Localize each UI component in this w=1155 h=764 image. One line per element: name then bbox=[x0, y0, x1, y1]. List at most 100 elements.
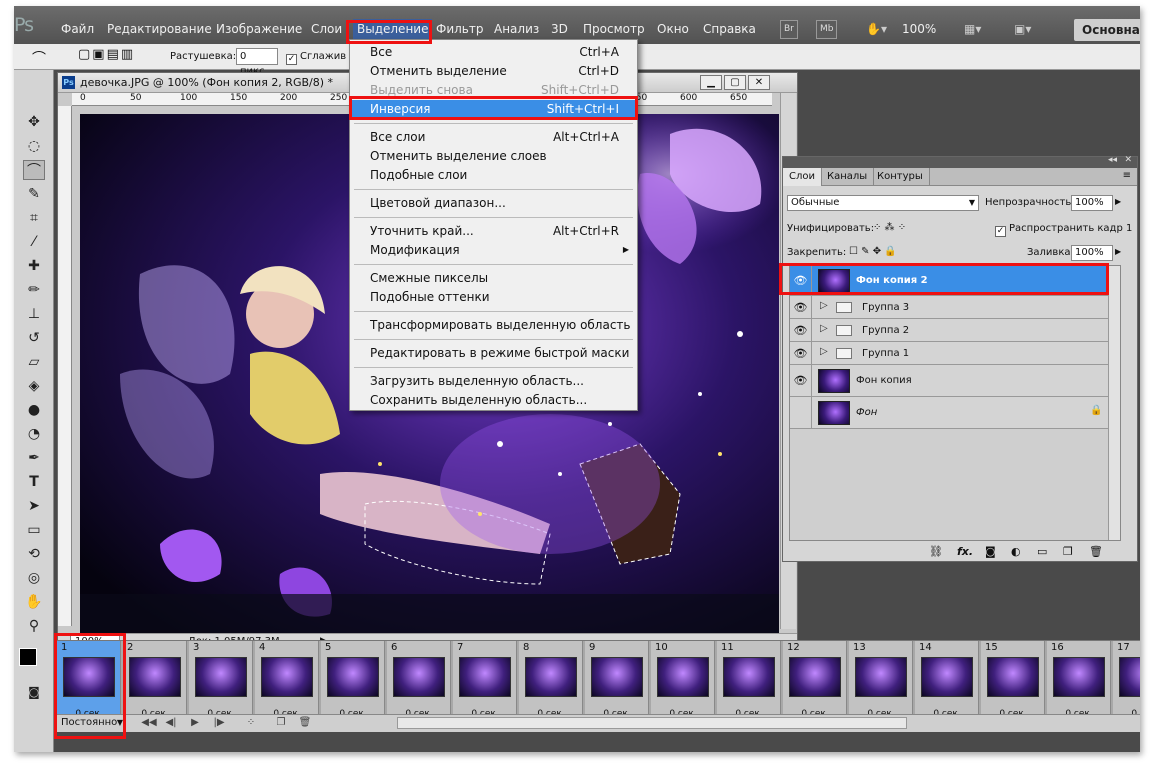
animation-frame[interactable]: 80 сек. bbox=[519, 641, 583, 723]
dodge-tool-icon[interactable]: ◔ bbox=[23, 424, 45, 444]
animation-frame[interactable]: 20 сек. bbox=[123, 641, 187, 723]
select-menu-item[interactable]: Смежные пикселы bbox=[350, 269, 637, 287]
layer-row-gruppa-2[interactable]: 👁 ▷ Группа 2 bbox=[790, 319, 1120, 342]
select-menu-item[interactable]: Редактировать в режиме быстрой маски bbox=[350, 344, 637, 362]
fill-arrow-icon[interactable]: ▶ bbox=[1115, 247, 1121, 256]
eye-toggle-empty[interactable] bbox=[790, 397, 812, 428]
link-layers-icon[interactable]: ⛓ bbox=[929, 545, 943, 558]
menu-help[interactable]: Справка bbox=[703, 19, 756, 39]
fill-input[interactable]: 100% bbox=[1071, 245, 1113, 261]
eraser-tool-icon[interactable]: ▱ bbox=[23, 352, 45, 372]
menu-layers[interactable]: Слои bbox=[311, 19, 342, 39]
animation-frame[interactable]: 30 сек. bbox=[189, 641, 253, 723]
hand-tool-icon[interactable]: ✋ bbox=[23, 592, 45, 612]
opacity-input[interactable]: 100% bbox=[1071, 195, 1113, 211]
menu-image[interactable]: Изображение bbox=[216, 19, 302, 39]
new-layer-icon[interactable]: ❐ bbox=[1063, 545, 1073, 558]
delete-layer-icon[interactable]: 🗑 bbox=[1089, 545, 1103, 558]
workspace-switcher[interactable]: Основная bbox=[1074, 19, 1140, 41]
close-panel-icon[interactable]: ✕ bbox=[1124, 155, 1132, 165]
lock-icons[interactable]: ☐ ✎ ✥ 🔒 bbox=[849, 246, 897, 257]
animation-frame[interactable]: 70 сек. bbox=[453, 641, 517, 723]
zoom-tool-icon[interactable]: ⚲ bbox=[23, 616, 45, 636]
animation-frame[interactable]: 90 сек. bbox=[585, 641, 649, 723]
zoom-level-menu[interactable]: 100% bbox=[902, 19, 936, 39]
stamp-tool-icon[interactable]: ⊥ bbox=[23, 304, 45, 324]
panel-menu-icon[interactable]: ≡ bbox=[1123, 170, 1131, 181]
expand-triangle-icon[interactable]: ▷ bbox=[820, 300, 828, 311]
expand-triangle-icon[interactable]: ▷ bbox=[820, 323, 828, 334]
tab-channels[interactable]: Каналы bbox=[821, 168, 875, 186]
paint-bucket-icon[interactable]: ◈ bbox=[23, 376, 45, 396]
layer-list-scrollbar[interactable] bbox=[1108, 266, 1120, 540]
select-menu-item[interactable]: Трансформировать выделенную область bbox=[350, 316, 637, 334]
animation-frame[interactable]: 150 сек. bbox=[981, 641, 1045, 723]
select-menu-item[interactable]: Отменить выделение Ctrl+D bbox=[350, 62, 637, 80]
collapse-icon[interactable]: ◂◂ bbox=[1108, 155, 1117, 165]
play-icon[interactable]: ▶ bbox=[187, 715, 203, 731]
opacity-arrow-icon[interactable]: ▶ bbox=[1115, 197, 1121, 206]
blend-mode-select[interactable]: Обычные ▼ bbox=[787, 195, 979, 211]
tween-icon[interactable]: ⁘ bbox=[243, 715, 259, 731]
select-menu-item[interactable]: Инверсия Shift+Ctrl+I bbox=[350, 100, 637, 118]
add-mask-icon[interactable]: ◙ bbox=[985, 545, 996, 558]
healing-brush-icon[interactable]: ✚ bbox=[23, 256, 45, 276]
expand-triangle-icon[interactable]: ▷ bbox=[820, 346, 828, 357]
loop-select[interactable]: Постоянно ▼ bbox=[61, 715, 123, 732]
menu-window[interactable]: Окно bbox=[657, 19, 689, 39]
animation-frame[interactable]: 110 сек. bbox=[717, 641, 781, 723]
duplicate-frame-icon[interactable]: ❐ bbox=[273, 715, 289, 731]
mini-bridge-button[interactable]: Mb bbox=[816, 20, 838, 39]
layer-row-gruppa-1[interactable]: 👁 ▷ Группа 1 bbox=[790, 342, 1120, 365]
layer-row-fon-kopiya[interactable]: 👁 Фон копия bbox=[790, 365, 1120, 397]
menu-view[interactable]: Просмотр bbox=[583, 19, 645, 39]
panel-header[interactable]: ◂◂ ✕ bbox=[783, 155, 1137, 168]
selection-mode-icons[interactable]: ▢▣▤▥ bbox=[78, 47, 135, 62]
animation-frame[interactable]: 120 сек. bbox=[783, 641, 847, 723]
select-menu-item[interactable]: Загрузить выделенную область... bbox=[350, 372, 637, 390]
marquee-tool-icon[interactable]: ◌ bbox=[23, 136, 45, 156]
animation-frame[interactable]: 60 сек. bbox=[387, 641, 451, 723]
feather-input[interactable]: 0 пикс. bbox=[236, 48, 278, 77]
select-menu-item[interactable]: Все Ctrl+A bbox=[350, 43, 637, 61]
shape-tool-icon[interactable]: ▭ bbox=[23, 520, 45, 540]
delete-frame-icon[interactable]: 🗑 bbox=[297, 715, 313, 731]
menu-filter[interactable]: Фильтр bbox=[436, 19, 483, 39]
adjustment-layer-icon[interactable]: ◐ bbox=[1011, 545, 1021, 558]
select-menu-item[interactable]: Уточнить край... Alt+Ctrl+R bbox=[350, 222, 637, 240]
quick-select-icon[interactable]: ✎ bbox=[23, 184, 45, 204]
layer-row-gruppa-3[interactable]: 👁 ▷ Группа 3 bbox=[790, 296, 1120, 319]
pen-tool-icon[interactable]: ✒ bbox=[23, 448, 45, 468]
select-menu-item[interactable]: Модификация ▶ bbox=[350, 241, 637, 259]
arrange-docs-icon[interactable]: ▦▾ bbox=[964, 19, 981, 39]
fx-icon[interactable]: fx. bbox=[957, 545, 973, 558]
brush-tool-icon[interactable]: ✏ bbox=[23, 280, 45, 300]
menu-3d[interactable]: 3D bbox=[551, 19, 568, 39]
screen-mode-icon[interactable]: ▣▾ bbox=[1014, 19, 1031, 39]
antialias-checkbox[interactable]: ✓ Сглажив bbox=[286, 51, 346, 65]
layer-row-fon-kopiya-2[interactable]: 👁 Фон копия 2 bbox=[790, 266, 1120, 296]
eye-icon[interactable]: 👁 bbox=[790, 319, 812, 341]
select-menu-item[interactable]: Подобные слои bbox=[350, 166, 637, 184]
eye-icon[interactable]: 👁 bbox=[790, 342, 812, 364]
3d-camera-icon[interactable]: ◎ bbox=[23, 568, 45, 588]
tab-layers[interactable]: Слои bbox=[783, 168, 822, 186]
menu-file[interactable]: Файл bbox=[61, 19, 94, 39]
select-menu-item[interactable]: Подобные оттенки bbox=[350, 288, 637, 306]
animation-frame[interactable]: 40 сек. bbox=[255, 641, 319, 723]
crop-tool-icon[interactable]: ⌗ bbox=[23, 208, 45, 228]
select-menu-item[interactable]: Сохранить выделенную область... bbox=[350, 391, 637, 409]
animation-frame[interactable]: 10 сек. bbox=[57, 641, 121, 723]
polygonal-lasso-icon[interactable]: ⌒ bbox=[32, 48, 46, 68]
select-menu-item[interactable]: Все слои Alt+Ctrl+A bbox=[350, 128, 637, 146]
foreground-color-swatch[interactable] bbox=[19, 648, 37, 666]
tab-paths[interactable]: Контуры bbox=[871, 168, 930, 186]
animation-frame[interactable]: 140 сек. bbox=[915, 641, 979, 723]
eye-icon[interactable]: 👁 bbox=[790, 365, 812, 396]
move-tool-icon[interactable]: ✥ bbox=[23, 112, 45, 132]
menu-edit[interactable]: Редактирование bbox=[107, 19, 212, 39]
type-tool-icon[interactable]: T bbox=[23, 472, 45, 492]
hand-tool-icon[interactable]: ✋▾ bbox=[866, 19, 887, 39]
animation-frame[interactable]: 50 сек. bbox=[321, 641, 385, 723]
close-button[interactable]: ✕ bbox=[748, 75, 770, 90]
